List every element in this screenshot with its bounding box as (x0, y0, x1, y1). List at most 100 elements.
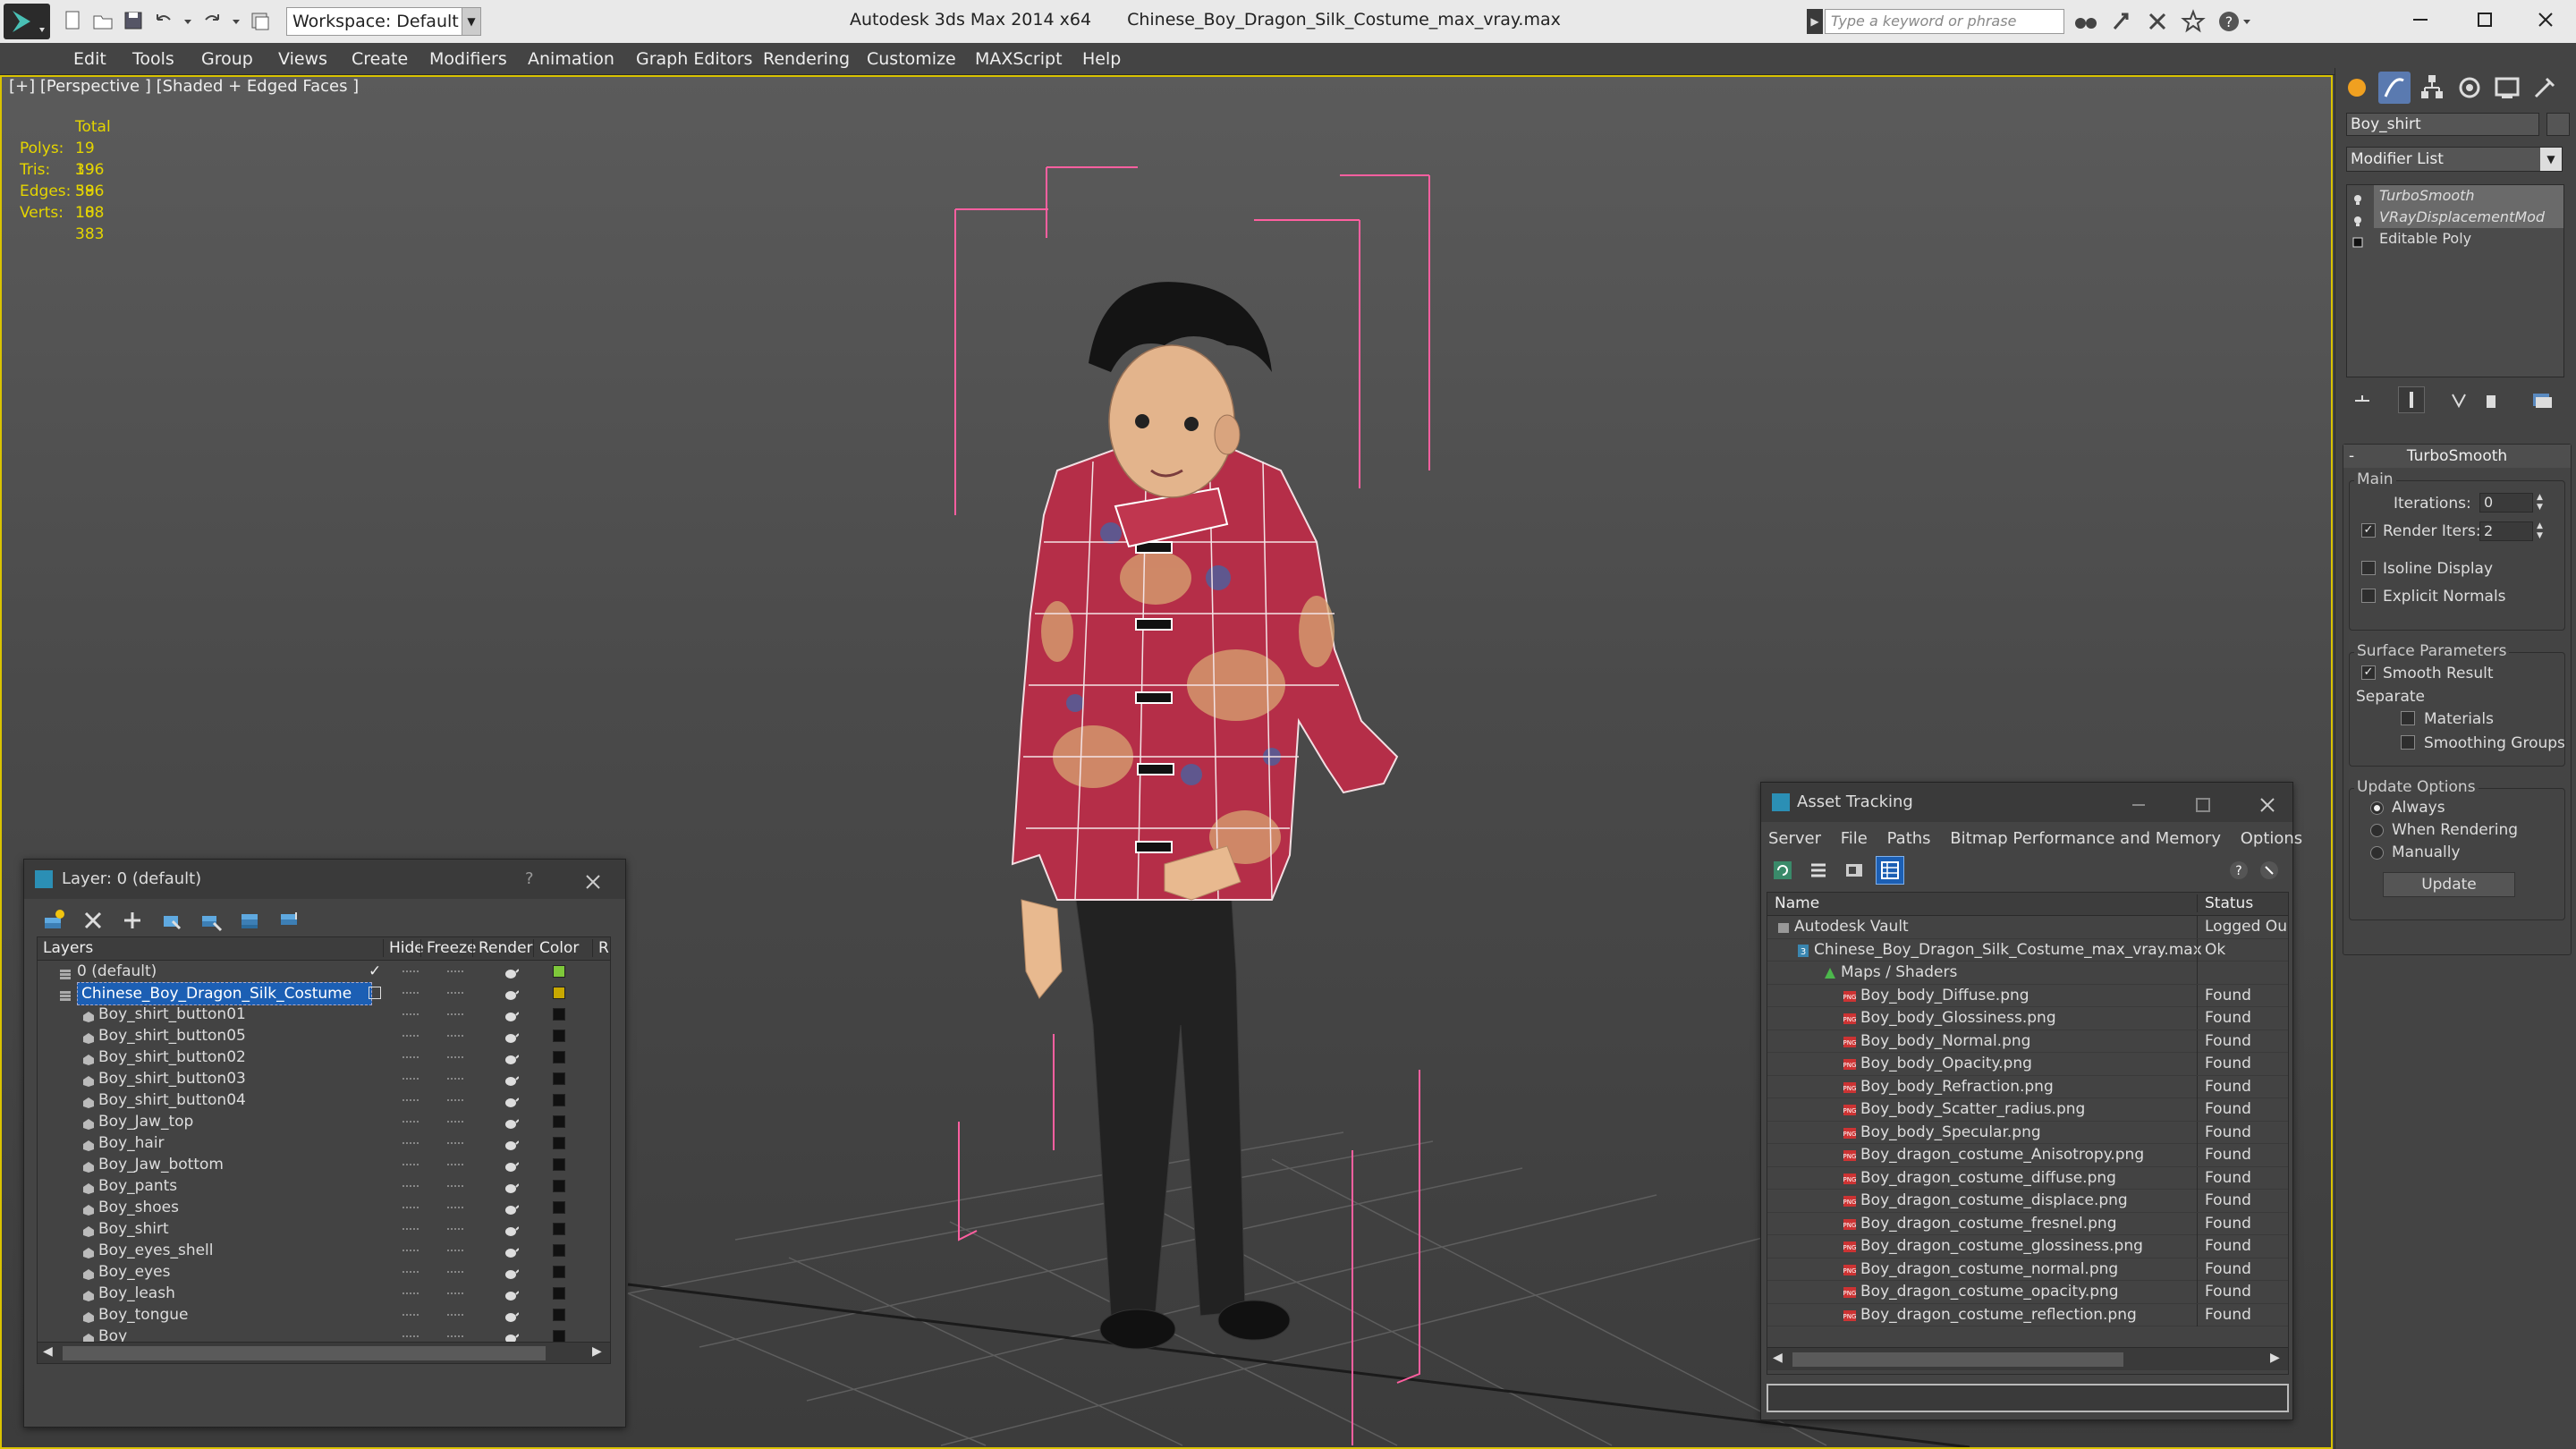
isoline-display-checkbox[interactable] (2361, 561, 2376, 575)
modify-tab-icon[interactable] (2378, 72, 2411, 104)
layer-color-swatch[interactable] (553, 987, 565, 999)
menu-modifiers[interactable]: Modifiers (429, 43, 507, 75)
object-name-field[interactable]: Boy_shirt (2346, 113, 2539, 136)
motion-tab-icon[interactable] (2453, 72, 2486, 104)
thumbnail-view-icon[interactable] (1843, 860, 1865, 881)
render-teapot-icon[interactable] (503, 1157, 520, 1172)
smooth-result-checkbox[interactable]: ✓ (2361, 665, 2376, 680)
layer-color-swatch[interactable] (553, 1030, 565, 1042)
hide-toggle[interactable] (402, 1335, 419, 1337)
modifier-stack-item[interactable]: VRayDisplacementMod (2354, 207, 2563, 228)
layer-color-swatch[interactable] (553, 1051, 565, 1063)
hide-toggle[interactable] (402, 1056, 419, 1058)
redo-dropdown-icon[interactable] (231, 9, 242, 32)
freeze-toggle[interactable] (447, 1013, 463, 1015)
utilities-tab-icon[interactable] (2529, 72, 2561, 104)
lightbulb-icon[interactable] (2352, 211, 2363, 226)
layer-color-swatch[interactable] (553, 1244, 565, 1257)
asset-row[interactable]: 3 Chinese_Boy_Dragon_Silk_Costume_max_vra… (1767, 938, 2288, 962)
asset-help-options-icon[interactable] (2258, 860, 2280, 881)
create-tab-icon[interactable] (2341, 72, 2373, 104)
undo-icon[interactable] (152, 9, 175, 32)
asset-horizontal-scrollbar[interactable]: ◀ ▶ (1767, 1347, 2288, 1370)
hide-toggle[interactable] (402, 1142, 419, 1144)
col-hide[interactable]: Hide (383, 939, 424, 957)
asset-row[interactable]: PNG Boy_body_Diffuse.png Found (1767, 984, 2288, 1007)
help-icon[interactable]: ? (2216, 9, 2252, 34)
asset-window-titlebar[interactable]: Asset Tracking (1761, 783, 2292, 822)
render-iters-spinner[interactable]: 2 (2479, 521, 2533, 541)
current-layer-check-icon[interactable]: ✓ (369, 961, 381, 982)
list-view-icon[interactable] (1808, 860, 1829, 881)
layer-color-swatch[interactable] (553, 1223, 565, 1235)
render-teapot-icon[interactable] (503, 1200, 520, 1215)
hide-toggle[interactable] (402, 1271, 419, 1273)
close-icon[interactable] (582, 869, 604, 890)
modifier-list-dropdown[interactable]: Modifier List ▼ (2346, 147, 2563, 172)
menu-views[interactable]: Views (278, 43, 327, 75)
favorites-star-icon[interactable] (2181, 9, 2206, 34)
freeze-toggle[interactable] (447, 1314, 463, 1316)
render-teapot-icon[interactable] (503, 1222, 520, 1236)
menu-group[interactable]: Group (201, 43, 253, 75)
layer-color-swatch[interactable] (553, 1137, 565, 1149)
freeze-toggle[interactable] (447, 1335, 463, 1337)
render-teapot-icon[interactable] (503, 1286, 520, 1301)
refresh-icon[interactable] (1772, 860, 1793, 881)
render-teapot-icon[interactable] (503, 1007, 520, 1021)
layer-color-swatch[interactable] (553, 1287, 565, 1300)
render-teapot-icon[interactable] (503, 1072, 520, 1086)
pin-stack-icon[interactable] (2351, 390, 2373, 411)
binoculars-icon[interactable] (2073, 9, 2098, 34)
open-file-icon[interactable] (91, 9, 114, 32)
layer-color-swatch[interactable] (553, 965, 565, 978)
layer-color-swatch[interactable] (553, 1180, 565, 1192)
hide-toggle[interactable] (402, 1207, 419, 1208)
freeze-toggle[interactable] (447, 1078, 463, 1080)
freeze-toggle[interactable] (447, 1250, 463, 1251)
freeze-toggle[interactable] (447, 992, 463, 994)
editable-poly-icon[interactable] (2352, 233, 2363, 248)
remove-modifier-icon[interactable] (2480, 390, 2502, 411)
hide-toggle[interactable] (402, 1013, 419, 1015)
scroll-left-icon[interactable]: ◀ (1773, 1351, 1783, 1365)
close-window-button[interactable] (2531, 5, 2560, 34)
app-logo-icon[interactable] (4, 4, 50, 39)
iterations-spinner[interactable]: 0 (2479, 493, 2533, 513)
hide-toggle[interactable] (402, 1164, 419, 1165)
layer-row[interactable]: Boy_hair (38, 1132, 610, 1154)
layer-row[interactable]: Boy_shirt (38, 1218, 610, 1240)
hide-all-layers-icon[interactable] (239, 909, 262, 932)
asset-menu-server[interactable]: Server (1768, 829, 1821, 848)
freeze-toggle[interactable] (447, 1121, 463, 1123)
layer-row[interactable]: Boy_shirt_button02 (38, 1046, 610, 1068)
layer-row[interactable]: 0 (default) ✓ (38, 961, 610, 982)
modifier-stack-item[interactable]: TurboSmooth (2354, 185, 2563, 207)
minimize-button[interactable] (2406, 5, 2435, 34)
render-teapot-icon[interactable] (503, 1029, 520, 1043)
freeze-toggle[interactable] (447, 1142, 463, 1144)
table-view-icon[interactable] (1876, 856, 1904, 885)
search-arrow-icon[interactable]: ▶ (1807, 9, 1823, 34)
layer-row[interactable]: Boy_eyes (38, 1261, 610, 1283)
asset-menu-paths[interactable]: Paths (1887, 829, 1931, 848)
render-teapot-icon[interactable] (503, 1243, 520, 1258)
hide-toggle[interactable] (402, 1121, 419, 1123)
iterations-spinner-arrows[interactable]: ▲ ▼ (2537, 493, 2543, 513)
make-current-box-icon[interactable] (369, 987, 381, 999)
display-tab-icon[interactable] (2491, 72, 2523, 104)
render-iters-spinner-arrows[interactable]: ▲ ▼ (2537, 521, 2543, 541)
undo-dropdown-icon[interactable] (182, 9, 193, 32)
layer-row[interactable]: Boy_tongue (38, 1304, 610, 1326)
layer-row[interactable]: Boy_Jaw_bottom (38, 1154, 610, 1175)
hide-toggle[interactable] (402, 992, 419, 994)
asset-path-field[interactable] (1767, 1384, 2289, 1412)
asset-row[interactable]: PNG Boy_dragon_costume_reflection.png Foun… (1767, 1303, 2288, 1326)
delete-layer-icon[interactable] (81, 909, 105, 932)
col-freeze[interactable]: Freeze (420, 939, 476, 957)
materials-checkbox[interactable] (2401, 711, 2415, 725)
asset-row[interactable]: PNG Boy_body_Refraction.png Found (1767, 1075, 2288, 1098)
select-objects-icon[interactable] (160, 909, 183, 932)
freeze-toggle[interactable] (447, 1099, 463, 1101)
layer-row[interactable]: Boy_Jaw_top (38, 1111, 610, 1132)
